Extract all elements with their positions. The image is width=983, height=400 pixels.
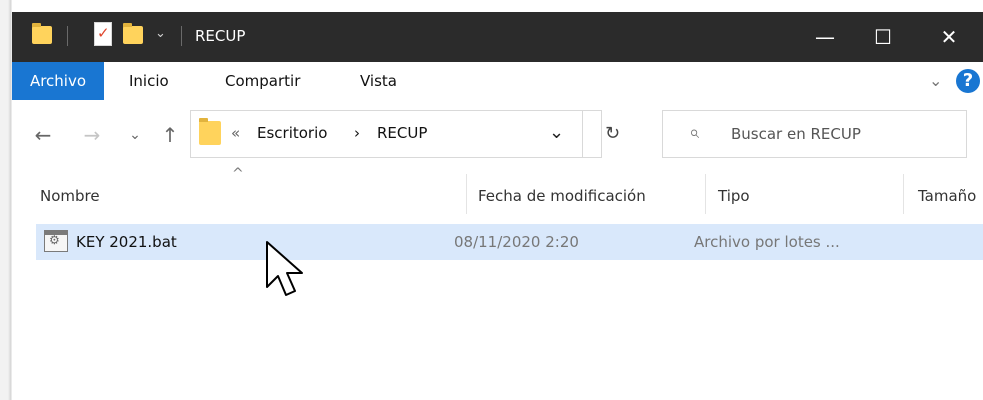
- column-divider[interactable]: [903, 174, 904, 214]
- ribbon-expand-icon[interactable]: ⌄: [929, 71, 942, 90]
- help-icon[interactable]: ?: [956, 69, 980, 93]
- tab-compartir[interactable]: Compartir: [225, 62, 300, 100]
- title-separator: [181, 26, 182, 46]
- window-top-shadow: [0, 0, 983, 12]
- recent-locations-icon[interactable]: ⌄: [122, 118, 148, 152]
- back-arrow-icon[interactable]: ←: [30, 118, 56, 152]
- column-header-nombre[interactable]: Nombre: [40, 176, 100, 216]
- folder-icon[interactable]: [32, 23, 52, 44]
- address-refresh-divider: [582, 111, 583, 157]
- batch-file-icon: [44, 230, 68, 252]
- file-name[interactable]: KEY 2021.bat: [76, 224, 177, 260]
- breadcrumb-separator-icon: ›: [354, 124, 360, 142]
- search-placeholder: Buscar en RECUP: [731, 125, 861, 143]
- new-folder-icon[interactable]: [123, 23, 143, 44]
- window-title: RECUP: [195, 27, 246, 45]
- breadcrumb-escritorio[interactable]: Escritorio: [257, 121, 327, 145]
- file-explorer-window: ⌄ RECUP — ☐ ✕ Archivo Inicio Compartir V…: [0, 0, 983, 400]
- properties-icon[interactable]: [94, 22, 112, 46]
- breadcrumb-recup[interactable]: RECUP: [377, 121, 427, 145]
- ribbon-tabs: Archivo Inicio Compartir Vista ⌄ ?: [12, 62, 983, 100]
- title-bar[interactable]: ⌄ RECUP — ☐ ✕: [12, 12, 983, 62]
- window-left-shadow: [0, 0, 12, 400]
- refresh-icon[interactable]: ↻: [605, 123, 620, 145]
- forward-arrow-icon: →: [83, 123, 101, 147]
- column-header-tamano[interactable]: Tamaño: [918, 176, 976, 216]
- close-button[interactable]: ✕: [921, 12, 977, 62]
- file-list-area[interactable]: ^ Nombre Fecha de modificación Tipo Tama…: [12, 166, 983, 400]
- maximize-button[interactable]: ☐: [855, 12, 911, 62]
- quick-access-separator: [67, 26, 68, 46]
- minimize-button[interactable]: —: [797, 12, 853, 62]
- up-arrow-icon[interactable]: ↑: [157, 118, 183, 152]
- column-header-tipo[interactable]: Tipo: [718, 176, 750, 216]
- tab-archivo[interactable]: Archivo: [12, 62, 104, 100]
- tab-inicio[interactable]: Inicio: [129, 62, 169, 100]
- column-header-fecha[interactable]: Fecha de modificación: [478, 176, 646, 216]
- address-dropdown-icon[interactable]: ⌄: [549, 121, 564, 145]
- navigation-bar: ← → ⌄ ↑ « Escritorio › RECUP ⌄ ↻ ⌕ Busca…: [12, 100, 983, 166]
- quick-access-menu-icon[interactable]: ⌄: [155, 22, 166, 46]
- address-overflow-icon[interactable]: «: [231, 121, 240, 145]
- file-row-selected[interactable]: KEY 2021.bat 08/11/2020 2:20 Archivo por…: [36, 224, 983, 260]
- column-divider[interactable]: [705, 174, 706, 214]
- tab-vista[interactable]: Vista: [360, 62, 397, 100]
- mouse-pointer-icon: [266, 241, 303, 296]
- file-modified: 08/11/2020 2:20: [454, 233, 579, 251]
- address-bar[interactable]: « Escritorio › RECUP ⌄ ↻: [190, 110, 620, 158]
- address-folder-icon: [199, 118, 221, 145]
- column-divider[interactable]: [466, 174, 467, 214]
- search-icon: ⌕: [689, 122, 700, 143]
- file-type: Archivo por lotes ...: [694, 233, 840, 251]
- sort-ascending-icon: ^: [232, 166, 244, 182]
- search-input[interactable]: ⌕ Buscar en RECUP: [662, 110, 967, 158]
